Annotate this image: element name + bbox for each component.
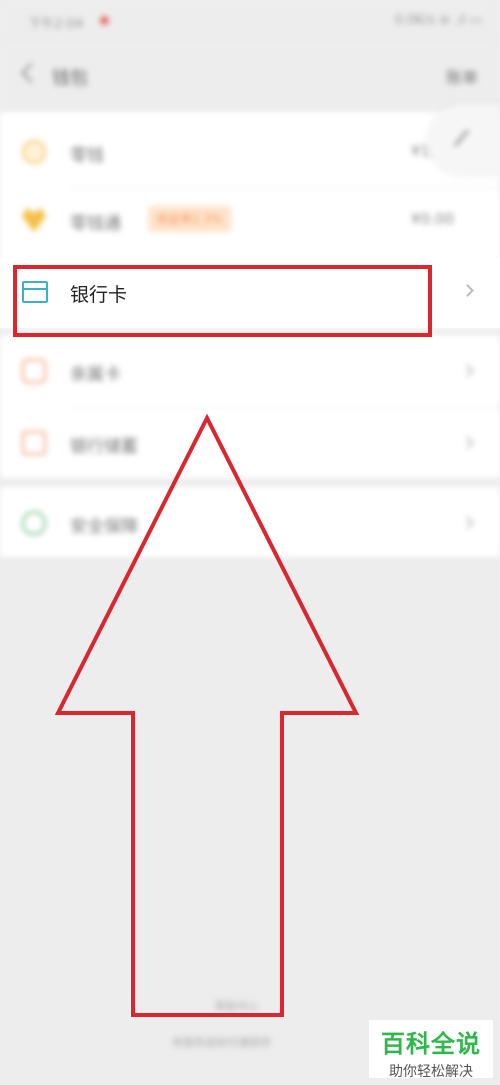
status-indicators: 0.0K/s ⊖ .ıl ▭ <box>394 13 482 28</box>
back-arrow-icon[interactable] <box>21 63 41 83</box>
list-item-label: 安全保障 <box>70 517 138 537</box>
chevron-right-icon <box>461 364 474 377</box>
notification-dot-icon <box>100 16 109 25</box>
yield-badge: 收益率2.3% <box>148 206 231 232</box>
wallet-section-cards: 亲属卡 银行储蓄 <box>0 335 500 478</box>
help-center-link[interactable]: 帮助中心 <box>215 998 259 1014</box>
bills-link[interactable]: 账单 <box>446 64 478 88</box>
nav-bar: 钱包 账单 <box>0 42 500 108</box>
watermark-logo: 百科全说 助你轻松解决 <box>369 1020 493 1080</box>
wallet-section-security: 安全保障 <box>0 487 500 557</box>
list-item-family-card[interactable]: 亲属卡 <box>0 335 500 407</box>
status-time: 下午2:04 <box>28 17 84 32</box>
edit-button[interactable] <box>428 104 500 176</box>
savings-icon <box>22 431 46 455</box>
list-item-change-pass[interactable]: 零钱通 收益率2.3% ¥0.00 <box>0 184 500 256</box>
list-item-savings[interactable]: 银行储蓄 <box>0 407 500 479</box>
list-item-label: 亲属卡 <box>70 365 121 385</box>
provider-note: 本服务由财付通提供 <box>172 1036 271 1049</box>
shield-icon <box>22 511 46 535</box>
list-item-label: 零钱 <box>70 146 104 166</box>
chevron-right-icon <box>461 516 474 529</box>
heart-icon <box>22 208 46 232</box>
list-item-label: 零钱通 <box>70 214 121 234</box>
chevron-right-icon <box>461 436 474 449</box>
pencil-icon <box>453 129 470 147</box>
watermark-title: 百科全说 <box>381 1030 481 1058</box>
list-item-value: ¥0.00 <box>411 210 454 228</box>
chevron-right-icon <box>461 284 474 297</box>
list-item-label: 银行储蓄 <box>70 437 138 457</box>
status-bar: 下午2:04 0.0K/s ⊖ .ıl ▭ <box>0 0 500 42</box>
coin-icon <box>22 140 46 164</box>
watermark-subtitle: 助你轻松解决 <box>389 1064 473 1080</box>
family-card-icon <box>22 359 46 383</box>
highlight-box <box>13 265 432 337</box>
list-item-security[interactable]: 安全保障 <box>0 487 500 559</box>
list-item-change[interactable]: 零钱 ¥131. <box>0 116 500 188</box>
page-title: 钱包 <box>52 68 88 89</box>
